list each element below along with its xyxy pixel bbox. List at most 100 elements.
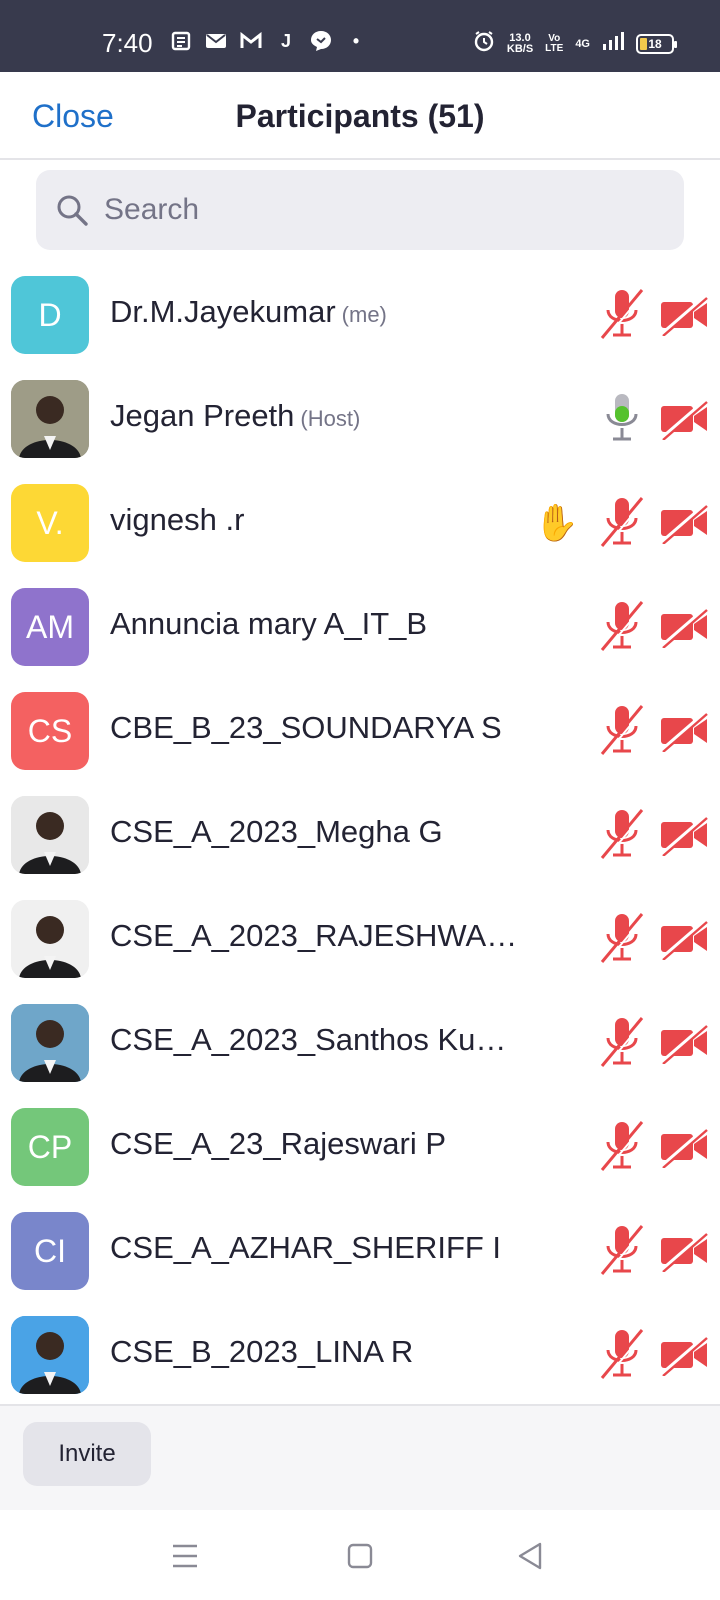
participant-name-text: CBE_B_23_SOUNDARYA S bbox=[110, 710, 502, 745]
participant-list: D Dr.M.Jayekumar (me) Jegan Preeth (Host) V. v… bbox=[0, 264, 720, 1408]
participant-name-text: CSE_A_23_Rajeswari P bbox=[110, 1126, 447, 1161]
volte-bottom: LTE bbox=[545, 42, 564, 54]
participant-role: (me) bbox=[341, 302, 387, 327]
avatar bbox=[11, 796, 89, 874]
participant-row[interactable]: D Dr.M.Jayekumar (me) bbox=[0, 264, 720, 368]
system-navigation-bar bbox=[0, 1510, 720, 1600]
system-indicators: 13.0 KB/S Vo LTE 4G 18 bbox=[473, 30, 677, 57]
invite-button[interactable]: Invite bbox=[23, 1422, 151, 1486]
participant-name-text: Jegan Preeth bbox=[110, 398, 295, 433]
speed-unit: KB/S bbox=[506, 42, 534, 55]
avatar bbox=[11, 900, 89, 978]
participant-name: Jegan Preeth (Host) bbox=[110, 398, 360, 434]
signal-icon bbox=[602, 31, 624, 56]
mic-muted-icon[interactable] bbox=[598, 1222, 646, 1280]
participant-row[interactable]: CSE_A_2023_Santhos Kuma… bbox=[0, 992, 720, 1096]
mic-muted-icon[interactable] bbox=[598, 702, 646, 760]
mail-icon bbox=[205, 30, 227, 52]
video-off-icon[interactable] bbox=[660, 1126, 708, 1169]
participant-row[interactable]: V. vignesh .r ✋ bbox=[0, 472, 720, 576]
mic-muted-icon[interactable] bbox=[598, 1326, 646, 1384]
video-off-icon[interactable] bbox=[660, 1022, 708, 1065]
mic-muted-icon[interactable] bbox=[598, 1118, 646, 1176]
participant-name-text: CSE_B_2023_LINA R bbox=[110, 1334, 414, 1369]
j-app-icon: J bbox=[280, 30, 291, 51]
avatar: D bbox=[11, 276, 89, 354]
participant-name: CBE_B_23_SOUNDARYA S bbox=[110, 710, 502, 746]
menu-icon[interactable] bbox=[165, 1536, 205, 1576]
participant-row[interactable]: AM Annuncia mary A_IT_B bbox=[0, 576, 720, 680]
mic-muted-icon[interactable] bbox=[598, 598, 646, 656]
avatar bbox=[11, 380, 89, 458]
network-type: 4G bbox=[575, 37, 590, 50]
video-off-icon[interactable] bbox=[660, 918, 708, 961]
participant-name: CSE_B_2023_LINA R bbox=[110, 1334, 413, 1370]
chat-icon bbox=[310, 30, 332, 52]
participant-name: vignesh .r bbox=[110, 502, 244, 538]
avatar bbox=[11, 1316, 89, 1394]
home-icon[interactable] bbox=[340, 1536, 380, 1576]
participants-header: Close Participants (51) bbox=[0, 72, 720, 160]
mic-muted-icon[interactable] bbox=[598, 910, 646, 968]
network-speed: 13.0 KB/S bbox=[506, 31, 534, 55]
avatar: CS bbox=[11, 692, 89, 770]
avatar: V. bbox=[11, 484, 89, 562]
battery-icon: 18 bbox=[636, 33, 677, 54]
participant-name-text: CSE_A_2023_Santhos Kuma… bbox=[110, 1022, 530, 1057]
participant-row[interactable]: CSE_B_2023_LINA R bbox=[0, 1304, 720, 1408]
avatar: CP bbox=[11, 1108, 89, 1186]
participant-name-text: Dr.M.Jayekumar bbox=[110, 294, 336, 329]
avatar bbox=[11, 1004, 89, 1082]
mic-muted-icon[interactable] bbox=[598, 806, 646, 864]
participant-name-text: CSE_A_AZHAR_SHERIFF I bbox=[110, 1230, 502, 1265]
participant-name: Annuncia mary A_IT_B bbox=[110, 606, 427, 642]
participant-name: Dr.M.Jayekumar (me) bbox=[110, 294, 387, 330]
participant-row[interactable]: CS CBE_B_23_SOUNDARYA S bbox=[0, 680, 720, 784]
participant-name: CSE_A_AZHAR_SHERIFF I bbox=[110, 1230, 501, 1266]
gmail-icon bbox=[240, 30, 262, 52]
video-off-icon[interactable] bbox=[660, 398, 708, 441]
more-notifications-dot: • bbox=[352, 30, 360, 51]
participant-name-text: CSE_A_2023_RAJESHWARI.… bbox=[110, 918, 530, 953]
avatar: CI bbox=[11, 1212, 89, 1290]
mic-active-icon[interactable] bbox=[598, 390, 646, 448]
mic-muted-icon[interactable] bbox=[598, 286, 646, 344]
video-off-icon[interactable] bbox=[660, 606, 708, 649]
search-icon bbox=[57, 195, 88, 226]
participant-row[interactable]: CSE_A_2023_Megha G bbox=[0, 784, 720, 888]
participant-name-text: CSE_A_2023_Megha G bbox=[110, 814, 443, 849]
participant-row[interactable]: Jegan Preeth (Host) bbox=[0, 368, 720, 472]
raised-hand-icon: ✋ bbox=[534, 502, 579, 543]
page-title: Participants (51) bbox=[235, 98, 485, 134]
footer-bar: Invite bbox=[0, 1404, 720, 1510]
participant-row[interactable]: CSE_A_2023_RAJESHWARI.… bbox=[0, 888, 720, 992]
news-icon bbox=[170, 30, 192, 52]
volte-top: Vo bbox=[548, 32, 561, 44]
back-icon[interactable] bbox=[510, 1536, 550, 1576]
participant-name-text: vignesh .r bbox=[110, 502, 245, 537]
video-off-icon[interactable] bbox=[660, 1334, 708, 1377]
participant-role: (Host) bbox=[300, 406, 361, 431]
participant-name: CSE_A_2023_Santhos Kuma… bbox=[110, 1022, 530, 1058]
avatar: AM bbox=[11, 588, 89, 666]
video-off-icon[interactable] bbox=[660, 294, 708, 337]
search-input[interactable] bbox=[104, 170, 664, 250]
speed-value: 13.0 bbox=[509, 31, 531, 44]
status-time: 7:40 bbox=[102, 28, 153, 58]
volte-indicator: Vo LTE bbox=[545, 32, 564, 54]
mic-muted-icon[interactable] bbox=[598, 494, 646, 552]
participant-name: CSE_A_2023_RAJESHWARI.… bbox=[110, 918, 530, 954]
participant-row[interactable]: CI CSE_A_AZHAR_SHERIFF I bbox=[0, 1200, 720, 1304]
search-bar[interactable] bbox=[36, 170, 684, 250]
video-off-icon[interactable] bbox=[660, 814, 708, 857]
participant-name: CSE_A_23_Rajeswari P bbox=[110, 1126, 446, 1162]
status-bar: 7:40 J • 13.0 KB/S Vo LTE 4G 18 bbox=[0, 0, 720, 72]
mic-muted-icon[interactable] bbox=[598, 1014, 646, 1072]
battery-level: 18 bbox=[648, 36, 662, 51]
video-off-icon[interactable] bbox=[660, 502, 708, 545]
video-off-icon[interactable] bbox=[660, 1230, 708, 1273]
video-off-icon[interactable] bbox=[660, 710, 708, 753]
participant-row[interactable]: CP CSE_A_23_Rajeswari P bbox=[0, 1096, 720, 1200]
notification-icons: J • bbox=[170, 30, 367, 52]
participant-name: CSE_A_2023_Megha G bbox=[110, 814, 443, 850]
